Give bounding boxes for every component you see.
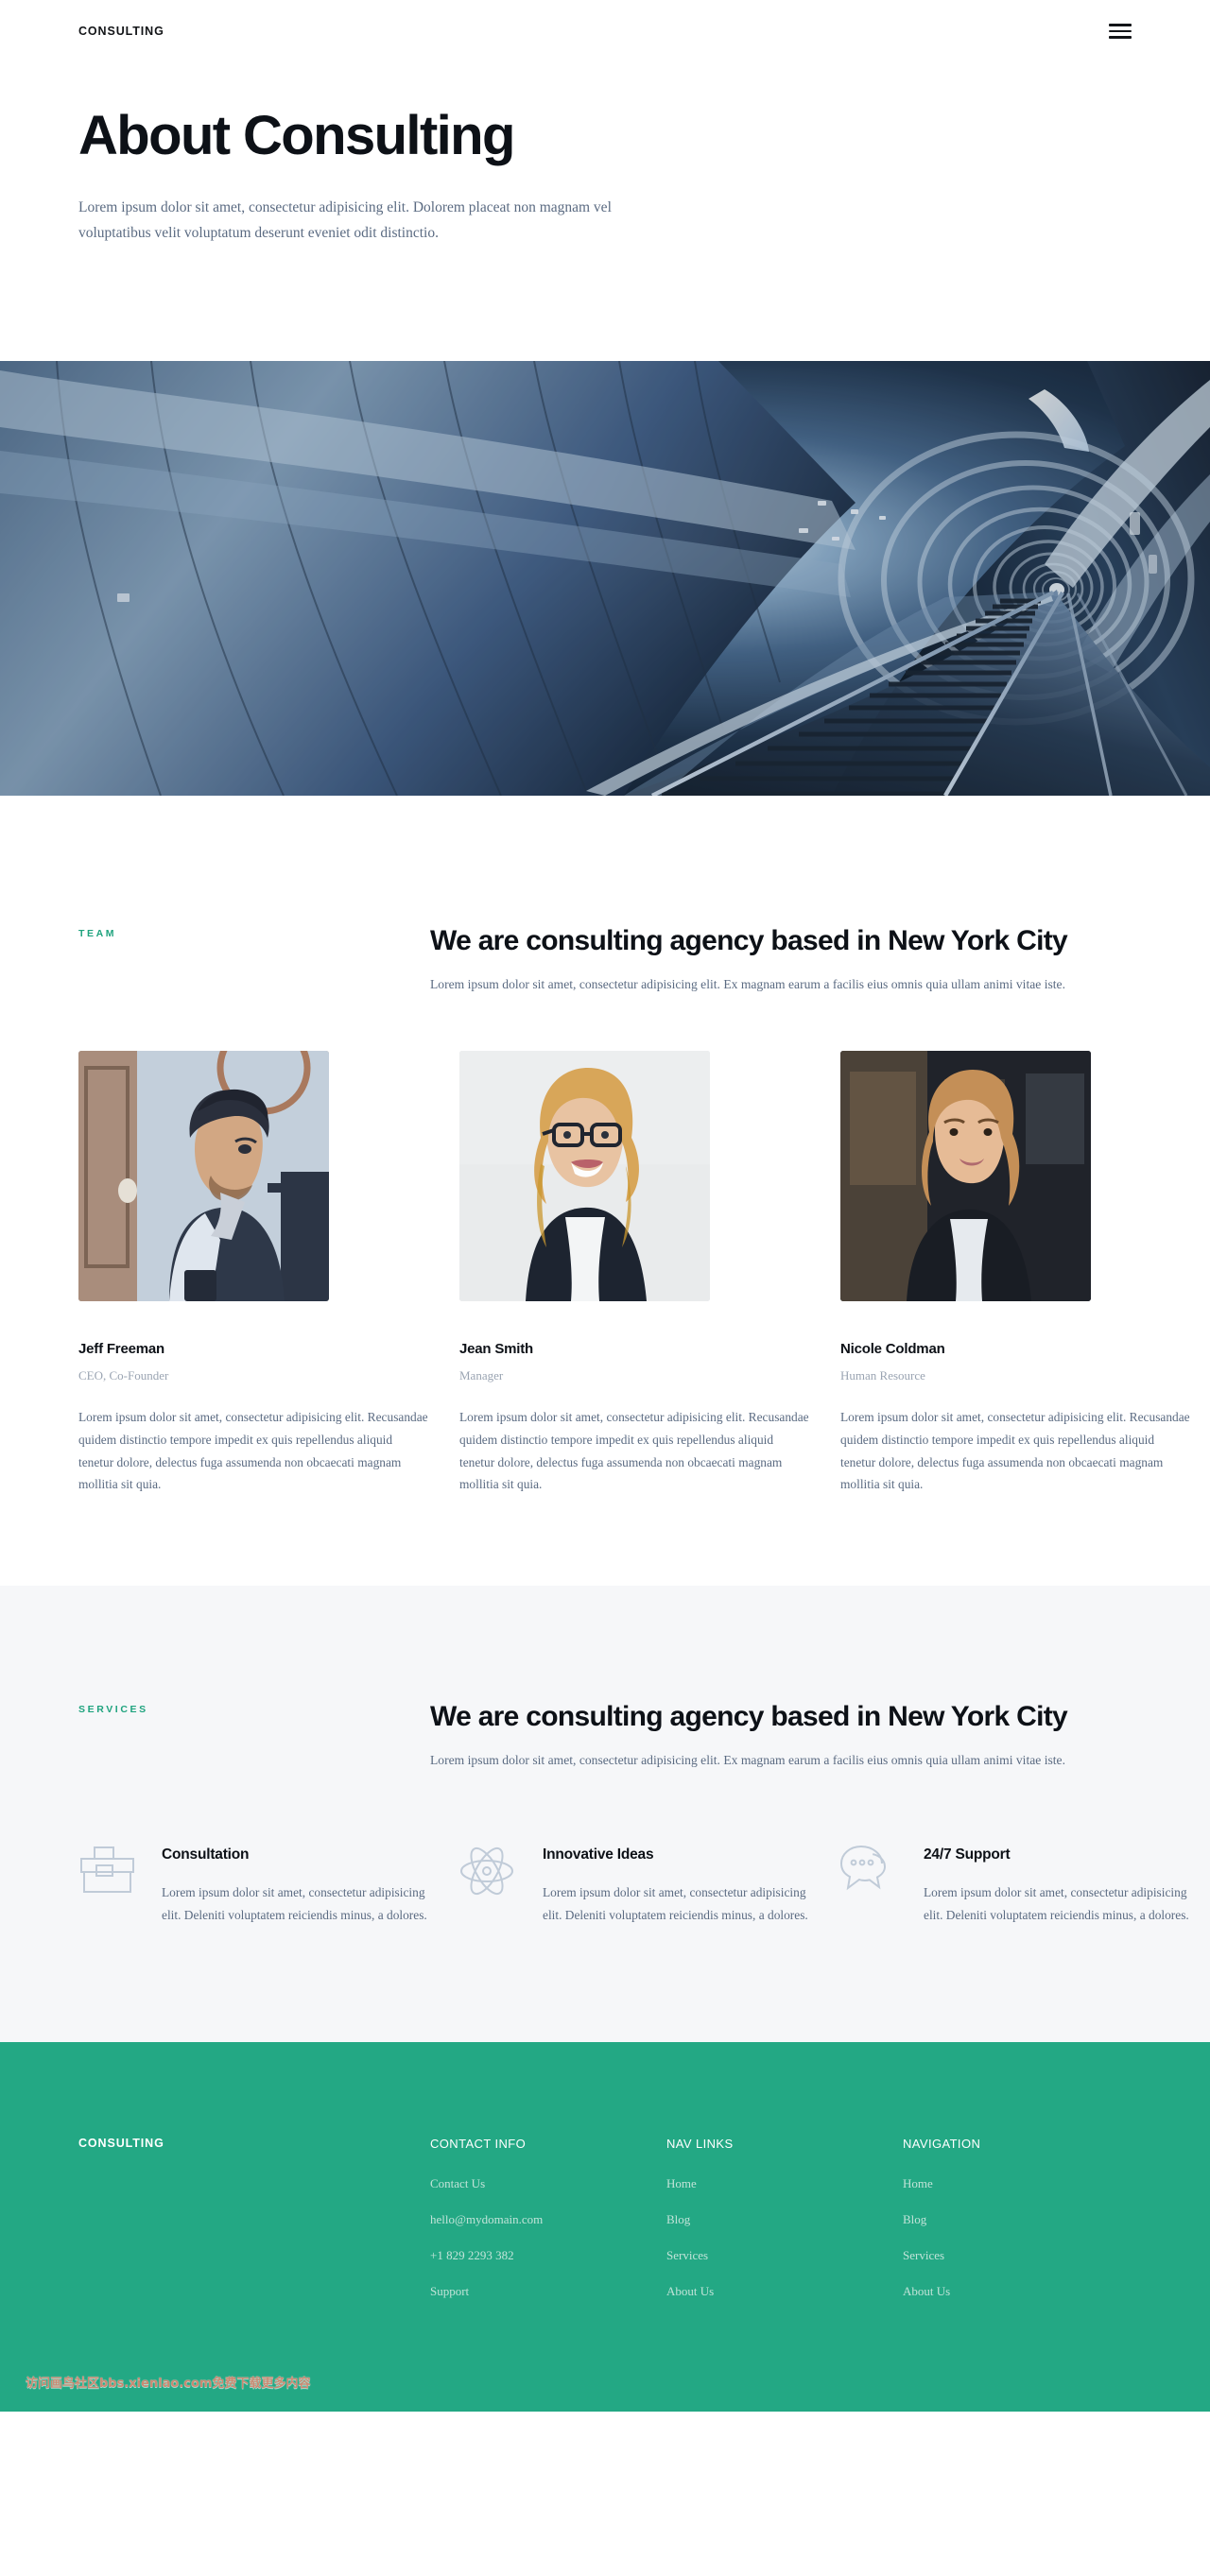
- team-member-role: CEO, Co-Founder: [78, 1367, 169, 1382]
- services-section: SERVICES We are consulting agency based …: [0, 1586, 1210, 2042]
- footer-link[interactable]: Blog: [666, 2212, 903, 2227]
- team-member-bio: Lorem ipsum dolor sit amet, consectetur …: [459, 1409, 809, 1492]
- avatar: [459, 1050, 710, 1301]
- service-text: Lorem ipsum dolor sit amet, consectetur …: [924, 1885, 1189, 1923]
- team-member-card: Jean Smith Manager Lorem ipsum dolor sit…: [459, 1050, 811, 1496]
- site-brand[interactable]: CONSULTING: [78, 25, 164, 38]
- service-text: Lorem ipsum dolor sit amet, consectetur …: [543, 1885, 808, 1923]
- team-member-role: Manager: [459, 1367, 504, 1382]
- team-member-name: Nicole Coldman: [840, 1340, 945, 1357]
- hamburger-icon[interactable]: [1109, 24, 1132, 39]
- service-card-body: Consultation Lorem ipsum dolor sit amet,…: [162, 1843, 430, 1927]
- avatar: [840, 1050, 1091, 1301]
- watermark-text: 访问画鸟社区bbs.xienlao.com免费下载更多内容: [26, 2377, 311, 2391]
- services-bottom-spacer: [0, 1927, 1210, 2042]
- page-title: About Consulting: [78, 105, 515, 166]
- services-eyebrow-label: SERVICES: [78, 1704, 148, 1716]
- team-member-bio: Lorem ipsum dolor sit amet, consectetur …: [78, 1409, 428, 1492]
- service-title: Consultation: [162, 1846, 250, 1863]
- atom-icon: [459, 1843, 522, 1927]
- team-section: TEAM We are consulting agency based in N…: [0, 795, 1210, 1587]
- footer-link[interactable]: About Us: [666, 2284, 903, 2299]
- footer-brand-col: CONSULTING: [78, 2137, 430, 2320]
- footer-column-title: NAVIGATION: [903, 2137, 981, 2151]
- hero-spacer: [78, 246, 1132, 361]
- services-eyebrow-col: SERVICES: [78, 1699, 430, 1772]
- footer-link[interactable]: About Us: [903, 2284, 1139, 2299]
- team-member-bio: Lorem ipsum dolor sit amet, consectetur …: [840, 1409, 1190, 1492]
- site-footer: CONSULTING CONTACT INFO Contact Us hello…: [0, 2042, 1210, 2412]
- footer-column-title: NAV LINKS: [666, 2137, 734, 2151]
- team-top-spacer: [0, 796, 1210, 923]
- service-title: 24/7 Support: [924, 1846, 1011, 1863]
- footer-link[interactable]: Blog: [903, 2212, 1139, 2227]
- service-text: Lorem ipsum dolor sit amet, consectetur …: [162, 1885, 427, 1923]
- footer-link[interactable]: Services: [666, 2248, 903, 2263]
- hero-section: About Consulting Lorem ipsum dolor sit a…: [0, 62, 1210, 361]
- hero-subtitle: Lorem ipsum dolor sit amet, consectetur …: [78, 198, 612, 241]
- top-navbar: CONSULTING: [0, 0, 1210, 62]
- avatar: [78, 1050, 329, 1301]
- footer-column-navigation: NAVIGATION Home Blog Services About Us: [903, 2137, 1139, 2320]
- footer-column-title: CONTACT INFO: [430, 2137, 527, 2151]
- footer-link[interactable]: Home: [666, 2176, 903, 2191]
- hamburger-bar: [1109, 36, 1132, 39]
- footer-link[interactable]: Support: [430, 2284, 666, 2299]
- team-bottom-spacer: [0, 1496, 1210, 1586]
- team-member-card: Nicole Coldman Human Resource Lorem ipsu…: [840, 1050, 1192, 1496]
- footer-column-contact-info: CONTACT INFO Contact Us hello@mydomain.c…: [430, 2137, 666, 2320]
- team-members-grid: Jeff Freeman CEO, Co-Founder Lorem ipsum…: [0, 1050, 1210, 1496]
- footer-link[interactable]: +1 829 2293 382: [430, 2248, 666, 2263]
- services-heading: We are consulting agency based in New Yo…: [430, 1701, 1068, 1733]
- team-eyebrow-label: TEAM: [78, 927, 117, 939]
- footer-brand[interactable]: CONSULTING: [78, 2137, 430, 2150]
- team-member-name: Jeff Freeman: [78, 1340, 164, 1357]
- team-member-name: Jean Smith: [459, 1340, 534, 1357]
- hamburger-bar: [1109, 24, 1132, 26]
- toolbox-icon: [78, 1843, 141, 1927]
- chat-bubbles-icon: [840, 1843, 903, 1927]
- footer-link[interactable]: Services: [903, 2248, 1139, 2263]
- services-heading-col: We are consulting agency based in New Yo…: [430, 1699, 1120, 1772]
- hamburger-bar: [1109, 29, 1132, 33]
- footer-link[interactable]: hello@mydomain.com: [430, 2212, 666, 2227]
- hero-banner-image: [0, 360, 1210, 796]
- service-card-body: Innovative Ideas Lorem ipsum dolor sit a…: [543, 1843, 811, 1927]
- team-heading: We are consulting agency based in New Yo…: [430, 924, 1068, 956]
- footer-columns: CONSULTING CONTACT INFO Contact Us hello…: [78, 2137, 1132, 2320]
- footer-link[interactable]: Contact Us: [430, 2176, 666, 2191]
- team-member-card: Jeff Freeman CEO, Co-Founder Lorem ipsum…: [78, 1050, 430, 1496]
- footer-column-nav-links: NAV LINKS Home Blog Services About Us: [666, 2137, 903, 2320]
- team-section-header: TEAM We are consulting agency based in N…: [0, 923, 1210, 996]
- page-root: CONSULTING About Consulting Lorem ipsum …: [0, 0, 1210, 2412]
- service-card: Innovative Ideas Lorem ipsum dolor sit a…: [459, 1843, 811, 1927]
- service-card: Consultation Lorem ipsum dolor sit amet,…: [78, 1843, 430, 1927]
- team-description: Lorem ipsum dolor sit amet, consectetur …: [430, 976, 1065, 991]
- team-member-role: Human Resource: [840, 1367, 925, 1382]
- service-title: Innovative Ideas: [543, 1846, 654, 1863]
- services-grid: Consultation Lorem ipsum dolor sit amet,…: [0, 1843, 1210, 1927]
- tunnel-illustration: [0, 360, 1210, 796]
- footer-link[interactable]: Home: [903, 2176, 1139, 2191]
- services-description: Lorem ipsum dolor sit amet, consectetur …: [430, 1753, 1065, 1768]
- team-eyebrow-col: TEAM: [78, 923, 430, 996]
- services-top-spacer: [0, 1586, 1210, 1699]
- team-heading-col: We are consulting agency based in New Yo…: [430, 923, 1120, 996]
- service-card-body: 24/7 Support Lorem ipsum dolor sit amet,…: [924, 1843, 1192, 1927]
- services-section-header: SERVICES We are consulting agency based …: [0, 1699, 1210, 1772]
- service-card: 24/7 Support Lorem ipsum dolor sit amet,…: [840, 1843, 1192, 1927]
